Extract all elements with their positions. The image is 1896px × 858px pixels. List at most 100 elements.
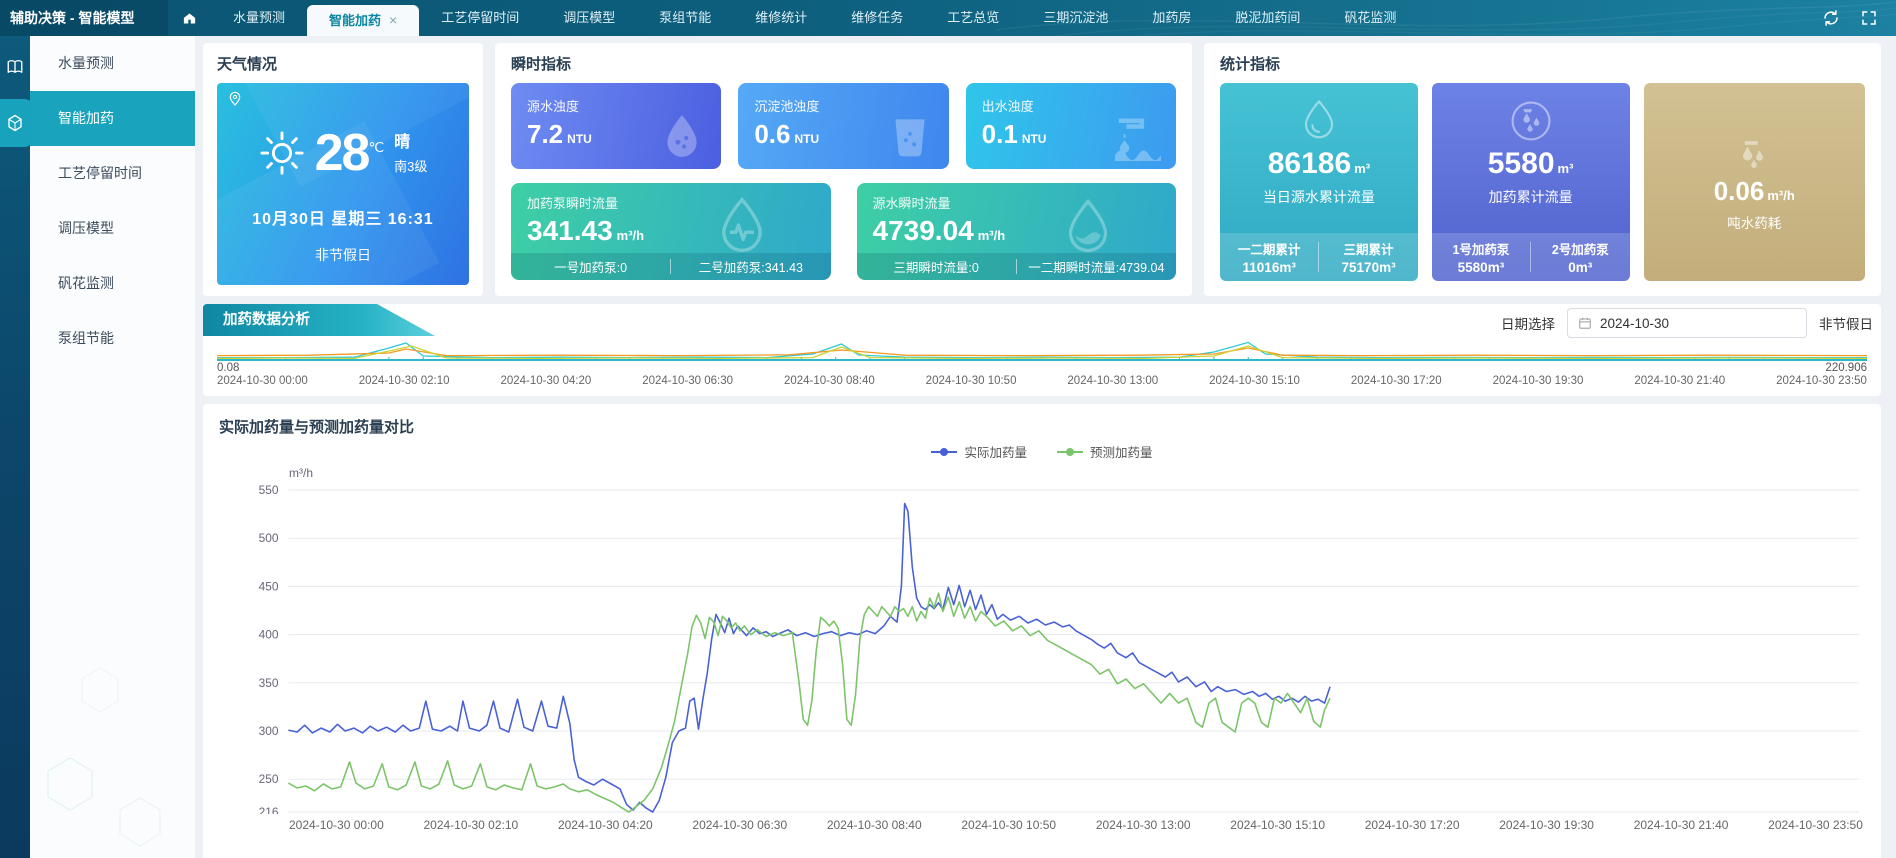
x-tick-label: 2024-10-30 04:20 [500, 375, 591, 387]
sidebar-item-smart-dosing[interactable]: 智能加药 [30, 91, 195, 146]
dosing-drops-circle-icon [1505, 95, 1557, 147]
sidebar-item-pressure-model[interactable]: 调压模型 [30, 201, 195, 256]
x-tick-label: 2024-10-30 04:20 [558, 818, 653, 832]
date-picker-input[interactable]: 2024-10-30 [1567, 308, 1807, 338]
tab-floc-monitoring[interactable]: 矾花监测 [1322, 0, 1418, 36]
location-pin-icon [227, 91, 243, 107]
phase3-total: 三期累计75170m³ [1319, 239, 1417, 275]
legend-marker-predicted [1057, 448, 1083, 456]
chart-legend: 实际加药量 预测加药量 [203, 442, 1881, 461]
fullscreen-icon[interactable] [1860, 9, 1878, 27]
stat-label: 当日源水累计流量 [1263, 187, 1375, 207]
legend-actual-dosing[interactable]: 实际加药量 [931, 442, 1027, 461]
tab-process-retention[interactable]: 工艺停留时间 [419, 0, 541, 36]
x-tick-label: 2024-10-30 21:40 [1634, 375, 1725, 387]
date-controls: 日期选择 2024-10-30 非节假日 [1501, 308, 1873, 338]
comparison-chart-panel: 实际加药量与预测加药量对比 实际加药量 预测加药量 m³/h 55050045 [203, 404, 1881, 858]
droplet-pulse-icon [713, 196, 771, 254]
weather-wind: 南3级 [394, 156, 427, 175]
x-tick-label: 2024-10-30 15:10 [1209, 375, 1300, 387]
dosing-total-card: 5580m³ 加药累计流量 1号加药泵5580m³ 2号加药泵0m³ [1432, 83, 1630, 281]
chemical-per-ton-card: 0.06m³/h 吨水药耗 [1644, 83, 1865, 281]
card-value: 4739.04m³/h [873, 217, 1161, 245]
rail-model-item[interactable] [0, 106, 30, 140]
card-unit: m³/h [978, 228, 1005, 243]
hexagon-watermark [30, 638, 195, 858]
card-unit: NTU [567, 132, 592, 146]
y-tick-label: 250 [259, 772, 279, 786]
card-unit: m³/h [617, 228, 644, 243]
y-axis-unit: m³/h [289, 466, 313, 480]
comparison-chart-title: 实际加药量与预测加药量对比 [219, 416, 1865, 437]
sidebar-item-pump-saving[interactable]: 泵组节能 [30, 311, 195, 366]
water-drop-circle-icon [1293, 95, 1345, 147]
sidebar-item-floc-monitoring[interactable]: 矾花监测 [30, 256, 195, 311]
tab-smart-dosing[interactable]: 智能加药 × [307, 5, 419, 36]
tab-pressure-model[interactable]: 调压模型 [541, 0, 637, 36]
sparkline-minmax-row: 0.08 220.906 [217, 362, 1867, 374]
card-label: 出水浊度 [982, 96, 1160, 115]
sidebar-item-water-forecast[interactable]: 水量预测 [30, 36, 195, 91]
refresh-icon[interactable] [1822, 9, 1840, 27]
tab-phase3-sedimentation[interactable]: 三期沉淀池 [1021, 0, 1130, 36]
calendar-icon [1578, 316, 1592, 330]
outflow-wave-icon [1110, 115, 1162, 161]
tab-maintenance-stats[interactable]: 维修统计 [733, 0, 829, 36]
weather-section-title: 天气情况 [217, 53, 469, 74]
card-unit: NTU [794, 132, 819, 146]
rail-knowledge-item[interactable] [0, 50, 30, 84]
y-tick-label: 400 [259, 628, 279, 642]
x-tick-label: 2024-10-30 06:30 [692, 818, 787, 832]
sparkline-chart[interactable] [217, 338, 1867, 362]
home-tab[interactable] [168, 0, 211, 36]
flow-substrip: 三期瞬时流量:0 一二期瞬时流量:4739.04 [857, 253, 1177, 280]
card-label: 源水瞬时流量 [873, 193, 1161, 212]
topbar-actions [1822, 9, 1896, 27]
tab-close-icon[interactable]: × [389, 5, 397, 36]
stat-label: 吨水药耗 [1727, 212, 1781, 232]
legend-marker-actual [931, 448, 957, 456]
pump2-flow: 二号加药泵:341.43 [671, 257, 830, 276]
daily-raw-water-total-card: 86186m³ 当日源水累计流量 一二期累计11016m³ 三期累计75170m… [1220, 83, 1418, 281]
phase12-total: 一二期累计11016m³ [1220, 239, 1318, 275]
stat-substrip: 一二期累计11016m³ 三期累计75170m³ [1220, 233, 1418, 281]
weather-holiday: 非节假日 [217, 245, 469, 265]
pump1-total: 1号加药泵5580m³ [1432, 239, 1530, 275]
temperature-value: 28 [315, 124, 369, 182]
book-icon [6, 58, 24, 76]
tab-water-forecast[interactable]: 水量预测 [211, 0, 307, 36]
x-tick-label: 2024-10-30 23:50 [1768, 818, 1863, 832]
instant-metrics-panel: 瞬时指标 源水浊度 7.2NTU 沉淀池浊度 0.6NTU [495, 43, 1192, 296]
phase3-flow: 三期瞬时流量:0 [857, 257, 1016, 276]
instant-section-title: 瞬时指标 [511, 53, 1176, 74]
tab-maintenance-tasks[interactable]: 维修任务 [829, 0, 925, 36]
weather-panel: 天气情况 [203, 43, 483, 296]
stat-label: 加药累计流量 [1489, 187, 1573, 207]
x-tick-label: 2024-10-30 17:20 [1351, 375, 1442, 387]
icon-rail [0, 36, 30, 858]
tab-dosing-room[interactable]: 加药房 [1130, 0, 1213, 36]
date-picker-label: 日期选择 [1501, 313, 1555, 333]
y-tick-label: 500 [259, 531, 279, 545]
y-tick-label: 216 [259, 805, 279, 814]
legend-predicted-dosing[interactable]: 预测加药量 [1057, 442, 1153, 461]
raw-water-flow-card: 源水瞬时流量 4739.04m³/h 三期瞬时流量:0 一二期瞬时流量:4739… [857, 183, 1177, 280]
x-tick-label: 2024-10-30 08:40 [784, 375, 875, 387]
tab-sludge-dosing-room[interactable]: 脱泥加药间 [1213, 0, 1322, 36]
y-tick-label: 550 [259, 484, 279, 497]
comparison-chart[interactable]: 550500450400350300250216 [219, 484, 1865, 814]
tab-process-overview[interactable]: 工艺总览 [925, 0, 1021, 36]
comparison-x-axis-labels: 2024-10-30 00:00 2024-10-30 02:10 2024-1… [289, 818, 1863, 832]
stat-unit: m³ [1354, 161, 1370, 176]
sedimentation-turbidity-card: 沉淀池浊度 0.6NTU [738, 83, 948, 169]
sidebar: 水量预测 智能加药 工艺停留时间 调压模型 矾花监测 泵组节能 [30, 36, 195, 858]
temperature-unit: ℃ [368, 139, 384, 155]
tab-pump-saving[interactable]: 泵组节能 [637, 0, 733, 36]
beaker-icon [885, 111, 935, 161]
sidebar-item-process-retention[interactable]: 工艺停留时间 [30, 146, 195, 201]
legend-label: 实际加药量 [964, 442, 1027, 461]
statistics-panel: 统计指标 86186m³ 当日源水累计流量 一二期累计11016m³ [1204, 43, 1881, 296]
flow-substrip: 一号加药泵:0 二号加药泵:341.43 [511, 253, 831, 280]
outlet-turbidity-card: 出水浊度 0.1NTU [966, 83, 1176, 169]
card-label: 加药泵瞬时流量 [527, 193, 815, 212]
